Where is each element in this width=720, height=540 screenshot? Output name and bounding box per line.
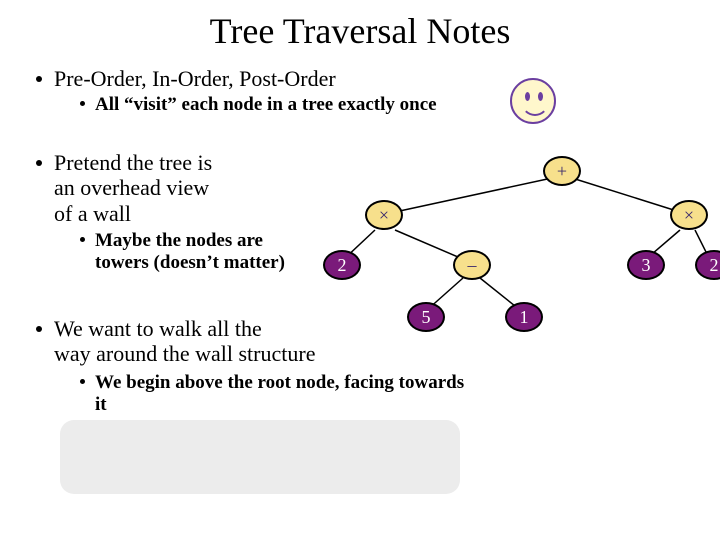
smiley-icon [510, 78, 556, 124]
bullet-text: Maybe the nodes are [95, 230, 263, 251]
bullet-text: Pretend the tree is [54, 150, 212, 175]
bullet-text: We want to walk all the [54, 316, 262, 341]
bullet-text: We begin above the root node, facing tow… [95, 372, 464, 393]
bullet-text: an overhead view [54, 175, 209, 200]
tree-node-root-plus: + [543, 156, 581, 186]
bullet-dot [36, 326, 42, 332]
expression-tree: + × × 2 – 5 1 3 2 [315, 150, 715, 370]
bullet-dot [36, 76, 42, 82]
tree-node-times-left: × [365, 200, 403, 230]
bullet-all-visit: All “visit” each node in a tree exactly … [80, 94, 437, 116]
bullet-text: Pre-Order, In-Order, Post-Order [54, 66, 336, 91]
bullet-text: way around the wall structure [54, 341, 315, 366]
bullet-dot [80, 379, 85, 384]
placeholder-box [60, 420, 460, 494]
bullet-text: towers (doesn’t matter) [95, 252, 285, 273]
bullet-dot [80, 101, 85, 106]
tree-node-times-right: × [670, 200, 708, 230]
tree-node-2a: 2 [323, 250, 361, 280]
tree-node-5: 5 [407, 302, 445, 332]
bullet-text: of a wall [54, 201, 131, 226]
bullet-text: All “visit” each node in a tree exactly … [95, 94, 437, 115]
bullet-pre-in-post: Pre-Order, In-Order, Post-Order [36, 66, 336, 92]
bullet-begin-above-root: We begin above the root node, facing tow… [80, 372, 500, 416]
bullet-dot [80, 237, 85, 242]
page-title: Tree Traversal Notes [0, 10, 720, 52]
bullet-dot [36, 160, 42, 166]
bullet-pretend-wall: Pretend the tree is an overhead view of … [36, 150, 316, 226]
tree-node-3: 3 [627, 250, 665, 280]
bullet-text: it [95, 394, 107, 415]
tree-node-1: 1 [505, 302, 543, 332]
tree-node-minus: – [453, 250, 491, 280]
slide: Tree Traversal Notes Pre-Order, In-Order… [0, 0, 720, 540]
bullet-maybe-towers: Maybe the nodes are towers (doesn’t matt… [80, 230, 330, 274]
